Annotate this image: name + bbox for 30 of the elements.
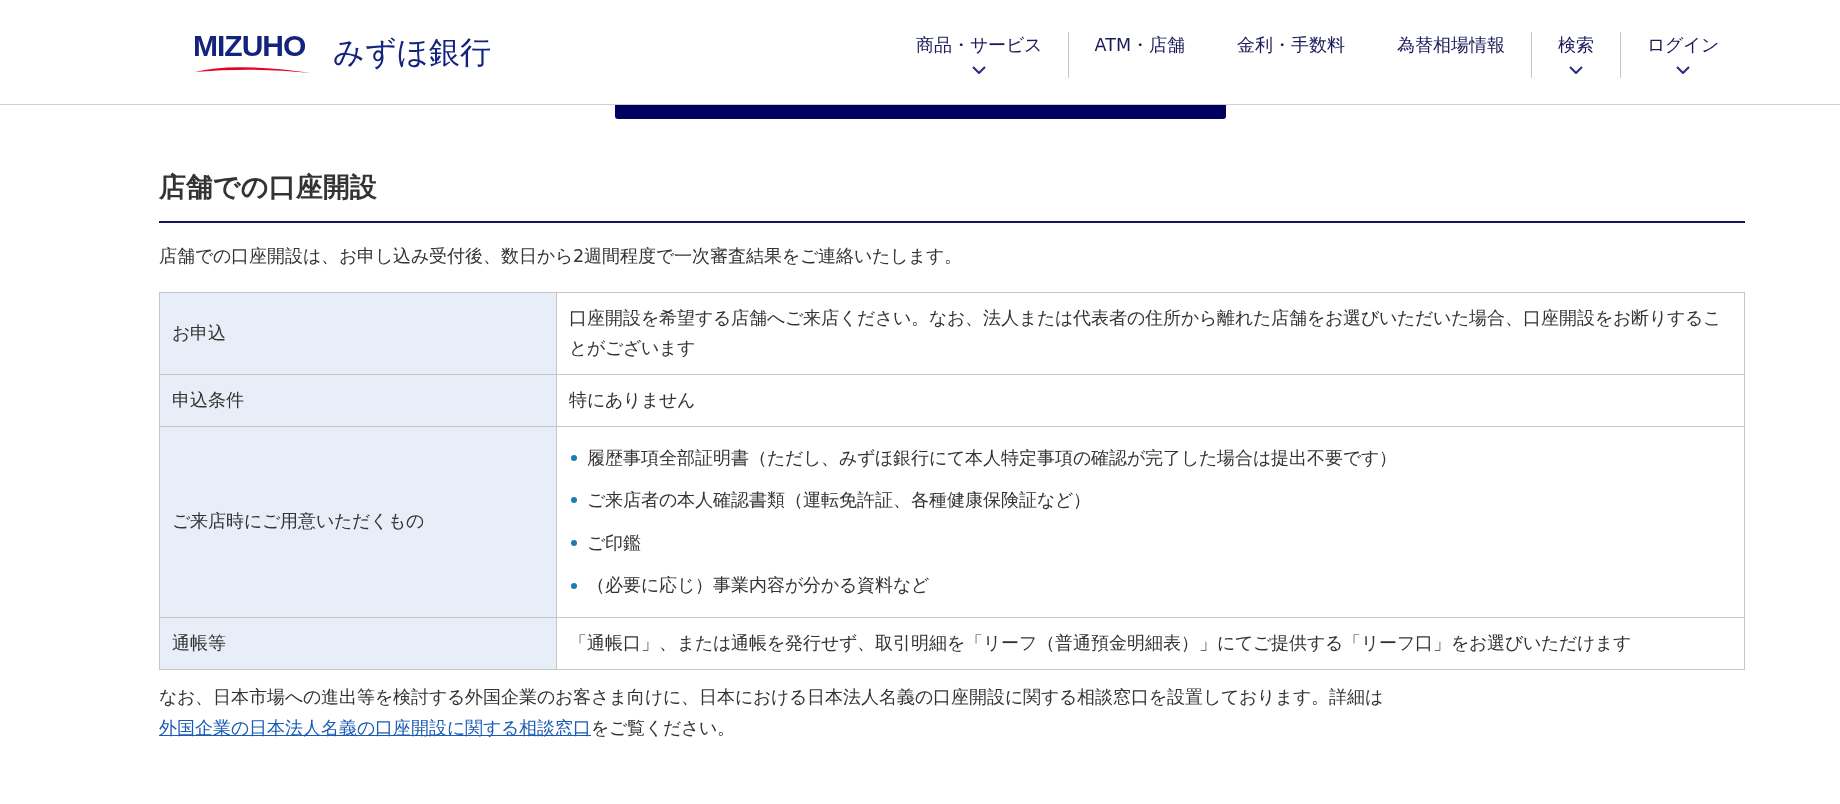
row-label: 通帳等: [159, 617, 557, 670]
row-label: 申込条件: [159, 374, 557, 426]
row-label: ご来店時にご用意いただくもの: [159, 426, 557, 618]
nav-link[interactable]: 為替相場情報: [1371, 32, 1532, 78]
list-item-text: ご来店者の本人確認書類（運転免許証、各種健康保険証など）: [587, 489, 1091, 513]
row-value: 特にありません: [556, 374, 1745, 426]
list-item-text: （必要に応じ）事業内容が分かる資料など: [587, 574, 929, 598]
row-label: お申込: [159, 292, 557, 375]
bullet-icon: [571, 497, 577, 504]
logo-wordmark[interactable]: MIZUHO: [193, 30, 306, 61]
list-item-text: 履歴事項全部証明書（ただし、みずほ銀行にて本人特定事項の確認が完了した場合は提出不要です）: [587, 446, 1397, 470]
bullet-icon: [571, 454, 577, 461]
bullet-icon: [571, 540, 577, 547]
nav-link[interactable]: 商品・サービス: [889, 32, 1069, 78]
intro-text: 店舗での口座開設は、お申し込み受付後、数日から2週間程度で一次審査結果をご連絡いたします。: [159, 245, 964, 269]
note-text: なお、日本市場への進出等を検討する外国企業のお客さま向けに、日本における日本法人名義の口座開設に関する相談窓口を設置しております。詳細は 外国企業の日本法人名義の口座開設に関する相談窓口 をご覧ください。: [159, 685, 1384, 741]
nav-link[interactable]: 検索: [1532, 32, 1621, 78]
chevron-down-icon: [1676, 66, 1690, 75]
section-heading: 店舗での口座開設: [159, 171, 1745, 224]
nav-link[interactable]: 金利・手数料: [1211, 32, 1371, 78]
nav-link[interactable]: ATM・店舗: [1068, 32, 1211, 78]
row-value: 口座開設を希望する店舗へご来店ください。なお、法人または代表者の住所から離れた店舗をお選びいただいた場合、口座開設をお断りすることがございます: [556, 292, 1745, 375]
consultation-link[interactable]: 外国企業の日本法人名義の口座開設に関する相談窓口: [159, 718, 591, 739]
chevron-down-icon: [1569, 66, 1583, 75]
bullet-icon: [571, 582, 577, 589]
chevron-down-icon: [971, 66, 986, 75]
list-item-text: ご印鑑: [587, 531, 641, 555]
bank-name: みずほ銀行: [333, 32, 491, 72]
row-value: 「通帳口」、または通帳を発行せず、取引明細を「リーフ（普通預金明細表）」にてご提供する「リーフ口」をお選びいただけます: [556, 617, 1745, 670]
nav-link[interactable]: ログイン: [1621, 32, 1745, 78]
